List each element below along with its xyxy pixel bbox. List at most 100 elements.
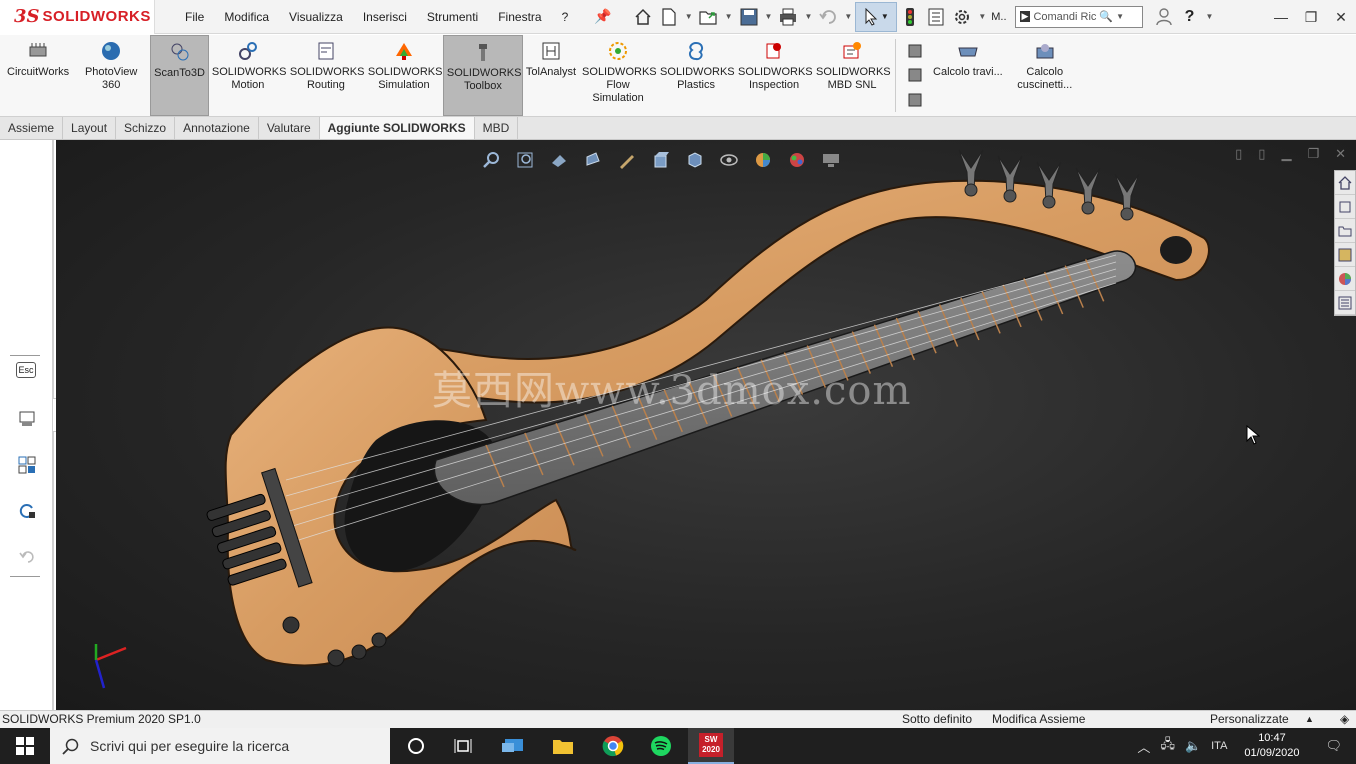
ribbon-button-scanto3d[interactable]: ScanTo3D xyxy=(150,35,209,116)
command-search-input[interactable]: Comandi Ric xyxy=(1033,11,1096,23)
chevron-up-icon[interactable]: ︿ xyxy=(1132,737,1155,756)
close-icon[interactable]: ✕ xyxy=(1335,146,1346,162)
graphics-viewport[interactable]: ▯ ▯ ▁ ❐ ✕ 莫西网www.3dmox.com xyxy=(56,140,1356,710)
ribbon-button-circuitworks[interactable]: CircuitWorks xyxy=(4,35,72,116)
search-icon[interactable]: 🔍 xyxy=(1099,10,1113,23)
restore-icon[interactable]: ❐ xyxy=(1296,9,1326,26)
custom-properties-icon[interactable] xyxy=(1335,291,1355,315)
ribbon-button-simulation[interactable]: SOLIDWORKS Simulation xyxy=(365,35,443,116)
chevron-down-icon[interactable]: ▼ xyxy=(844,12,852,21)
tile-right-icon[interactable]: ▯ xyxy=(1258,146,1265,162)
chevron-down-icon[interactable]: ▼ xyxy=(685,12,693,21)
open-file-icon[interactable] xyxy=(698,6,720,28)
undo-icon[interactable] xyxy=(817,6,839,28)
selection-dropdown[interactable]: M.. xyxy=(991,11,1006,23)
chevron-down-icon[interactable]: ▼ xyxy=(725,12,733,21)
chevron-down-icon[interactable]: ▼ xyxy=(978,12,986,21)
spring-tool-icon[interactable] xyxy=(906,91,924,109)
spotify-icon[interactable] xyxy=(638,728,684,764)
ribbon-button-routing[interactable]: SOLIDWORKS Routing xyxy=(287,35,365,116)
design-library-icon[interactable] xyxy=(1335,195,1355,219)
traffic-light-icon[interactable] xyxy=(899,6,921,28)
user-account-icon[interactable] xyxy=(1153,6,1175,28)
ribbon-button-tolanalyst[interactable]: TolAnalyst xyxy=(523,35,579,116)
ribbon-button-bearing-calc[interactable]: Calcolo cuscinetti... xyxy=(1006,35,1084,116)
select-tool-button[interactable]: ▼ xyxy=(855,1,898,32)
ribbon-button-inspection[interactable]: SOLIDWORKS Inspection xyxy=(735,35,813,116)
units-customization[interactable]: Personalizzate xyxy=(1210,711,1289,728)
rotate-lock-icon[interactable] xyxy=(16,500,38,522)
taskbar-search-box[interactable]: Scrivi qui per eseguire la ricerca xyxy=(50,728,390,764)
ribbon-button-plastics[interactable]: SOLIDWORKS Plastics xyxy=(657,35,735,116)
ribbon-button-beam-calc[interactable]: Calcolo travi... xyxy=(930,35,1006,116)
menu-visualizza[interactable]: Visualizza xyxy=(279,0,353,34)
remote-desktop-icon[interactable] xyxy=(490,728,536,764)
ribbon-button-photoview[interactable]: PhotoView 360 xyxy=(72,35,150,116)
print-icon[interactable] xyxy=(777,6,799,28)
file-explorer-icon[interactable] xyxy=(1335,219,1355,243)
tile-left-icon[interactable]: ▯ xyxy=(1235,146,1242,162)
clock[interactable]: 10:47 01/09/2020 xyxy=(1232,731,1311,761)
pin-icon[interactable]: 📌 xyxy=(594,8,611,25)
status-options-icon[interactable]: ◈ xyxy=(1340,711,1349,728)
network-icon[interactable]: 🖧 xyxy=(1155,735,1180,757)
undo-icon[interactable] xyxy=(16,546,38,568)
menu-finestra[interactable]: Finestra xyxy=(488,0,551,34)
notifications-icon[interactable]: 🗨 xyxy=(1311,738,1356,754)
ribbon-button-motion[interactable]: SOLIDWORKS Motion xyxy=(209,35,287,116)
stamp-tool-icon[interactable] xyxy=(906,42,924,60)
display-pane-icon[interactable] xyxy=(16,408,38,430)
tab-aggiunte-solidworks[interactable]: Aggiunte SOLIDWORKS xyxy=(319,117,475,139)
command-search-box[interactable]: ▶ Comandi Ric 🔍 ▼ xyxy=(1014,5,1143,28)
chevron-down-icon[interactable]: ▼ xyxy=(1206,12,1214,21)
language-indicator[interactable]: ITA xyxy=(1206,740,1232,752)
file-explorer-icon[interactable] xyxy=(540,728,586,764)
dynamic-annotation-icon[interactable] xyxy=(617,150,637,170)
start-button[interactable] xyxy=(0,728,50,764)
section-view-icon[interactable] xyxy=(583,150,603,170)
close-icon[interactable]: ✕ xyxy=(1326,9,1356,26)
tab-mbd[interactable]: MBD xyxy=(475,117,519,139)
ribbon-button-mbd[interactable]: SOLIDWORKS MBD SNL xyxy=(813,35,891,116)
zoom-to-fit-icon[interactable] xyxy=(481,150,501,170)
chevron-down-icon[interactable]: ▼ xyxy=(804,12,812,21)
options-gear-icon[interactable] xyxy=(951,6,973,28)
hide-show-items-icon[interactable] xyxy=(719,150,739,170)
restore-icon[interactable]: ❐ xyxy=(1307,146,1319,162)
file-properties-icon[interactable] xyxy=(925,6,947,28)
new-document-icon[interactable] xyxy=(658,6,680,28)
display-style-icon[interactable] xyxy=(685,150,705,170)
menu-help[interactable]: ? xyxy=(552,0,579,34)
appearances-icon[interactable] xyxy=(1335,267,1355,291)
tab-schizzo[interactable]: Schizzo xyxy=(116,117,176,139)
task-view-icon[interactable] xyxy=(440,728,486,764)
home-icon[interactable] xyxy=(632,6,654,28)
tab-valutare[interactable]: Valutare xyxy=(259,117,320,139)
previous-view-icon[interactable] xyxy=(549,150,569,170)
menu-file[interactable]: File xyxy=(175,0,214,34)
view-settings-icon[interactable] xyxy=(821,150,841,170)
weld-tool-icon[interactable] xyxy=(906,66,924,84)
solidworks-logo[interactable]: 3S SOLIDWORKS xyxy=(0,0,155,34)
chevron-up-icon[interactable]: ▲ xyxy=(1305,711,1314,728)
view-palette-icon[interactable] xyxy=(1335,243,1355,267)
view-orientation-icon[interactable] xyxy=(651,150,671,170)
menu-inserisci[interactable]: Inserisci xyxy=(353,0,417,34)
chrome-icon[interactable] xyxy=(590,728,636,764)
edit-appearance-icon[interactable] xyxy=(753,150,773,170)
zoom-area-icon[interactable] xyxy=(515,150,535,170)
volume-icon[interactable]: 🔈 xyxy=(1180,738,1206,754)
chevron-down-icon[interactable]: ▼ xyxy=(1116,12,1124,21)
tab-layout[interactable]: Layout xyxy=(63,117,117,139)
cortana-icon[interactable] xyxy=(393,728,439,764)
save-icon[interactable] xyxy=(738,6,760,28)
ribbon-button-flow[interactable]: SOLIDWORKS Flow Simulation xyxy=(579,35,657,116)
tab-assieme[interactable]: Assieme xyxy=(0,117,64,139)
ribbon-button-toolbox[interactable]: SOLIDWORKS Toolbox xyxy=(442,35,523,116)
help-icon[interactable]: ? xyxy=(1179,6,1201,28)
esc-key-icon[interactable]: Esc xyxy=(16,362,36,378)
tab-annotazione[interactable]: Annotazione xyxy=(175,117,259,139)
minimize-icon[interactable]: ▁ xyxy=(1281,146,1291,162)
home-icon[interactable] xyxy=(1335,171,1355,195)
solidworks-taskbar-button[interactable]: SW 2020 xyxy=(688,728,734,764)
